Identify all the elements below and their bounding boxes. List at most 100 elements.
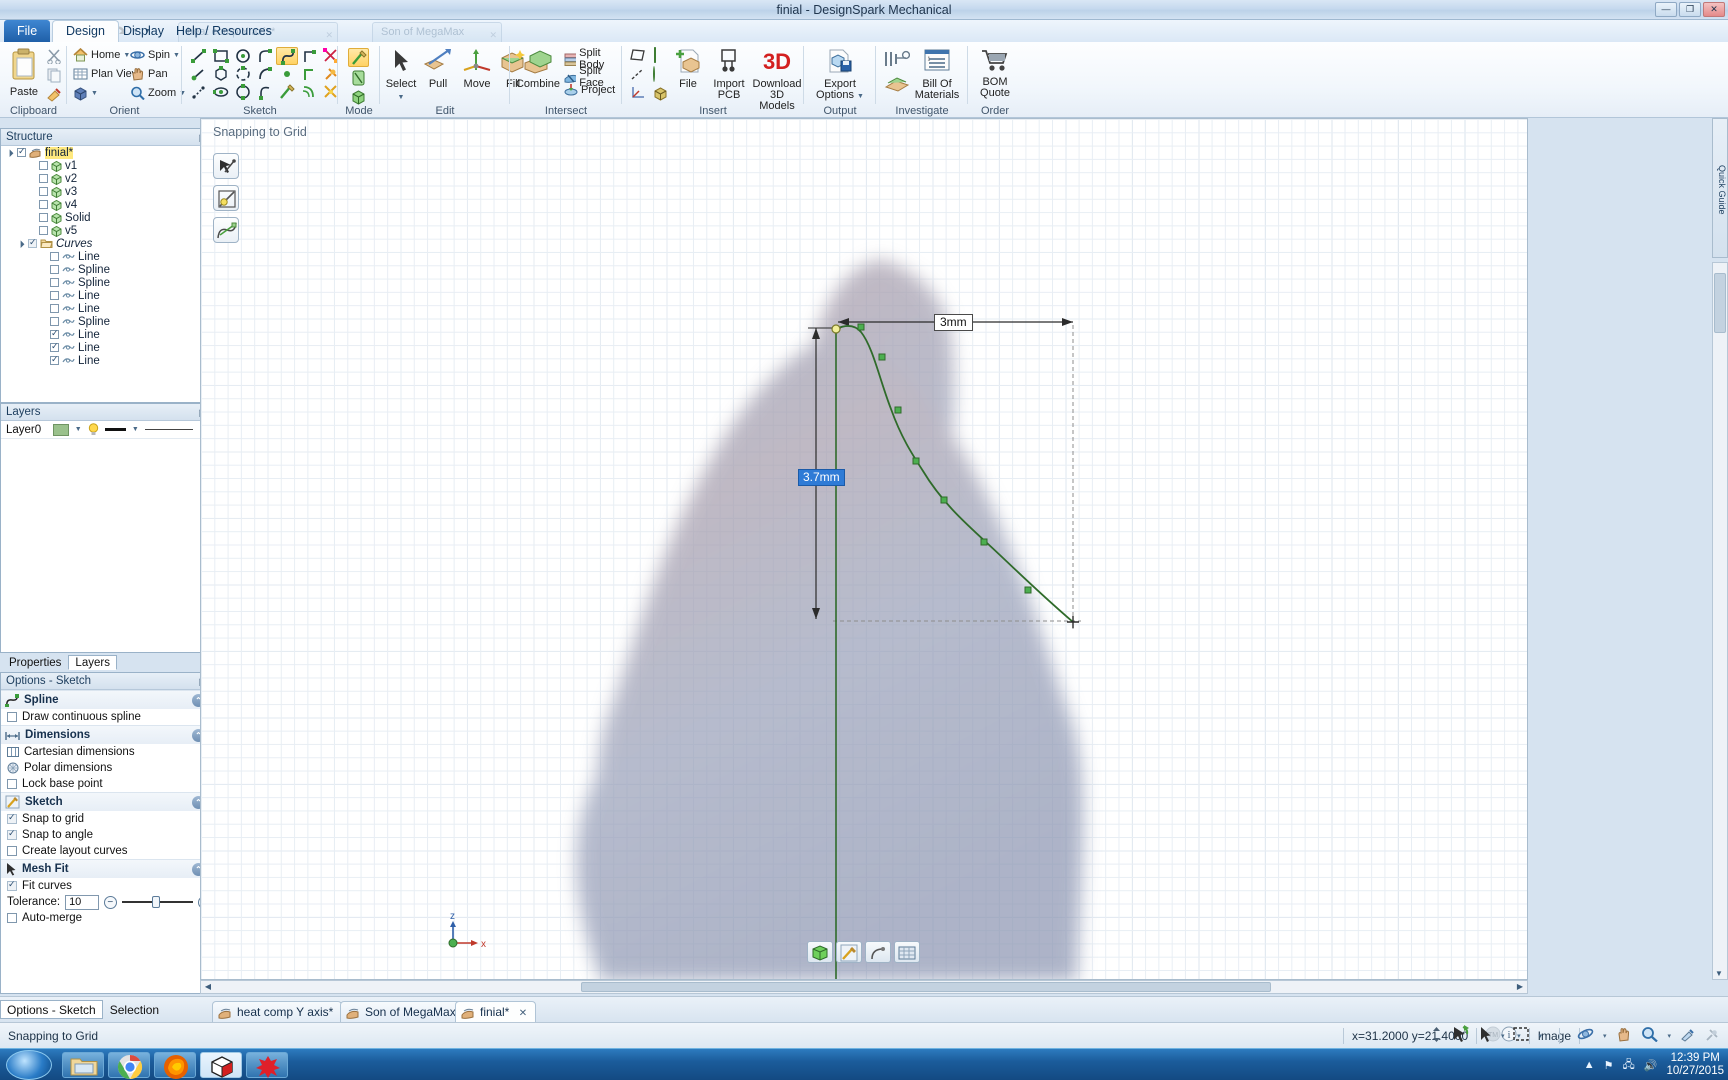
option-row[interactable]: Polar dimensions (1, 760, 211, 776)
minimize-button[interactable]: — (1655, 2, 1677, 17)
inkscape-taskbar-button[interactable] (246, 1052, 288, 1078)
three-point-arc-icon[interactable] (232, 65, 254, 83)
visibility-checkbox[interactable] (39, 213, 48, 222)
options-section-mesh-fit[interactable]: Mesh Fit ⌃ (1, 859, 211, 878)
axis-icon[interactable] (630, 67, 646, 84)
option-checkbox[interactable] (7, 712, 17, 722)
visibility-checkbox[interactable] (50, 304, 59, 313)
box-select-caret-icon[interactable]: ▾ (1538, 1032, 1542, 1040)
structure-tree-item[interactable]: Line (1, 354, 201, 367)
pan-icon[interactable] (1615, 1026, 1632, 1045)
chrome-taskbar-button[interactable] (108, 1052, 150, 1079)
spin-button[interactable]: Spin ▼ (130, 48, 180, 62)
option-row[interactable]: Cartesian dimensions (1, 744, 211, 760)
pencil-sketch-icon[interactable] (836, 941, 862, 963)
sketch-canvas[interactable]: Snapping to Grid 3mm 3.7mm z x (200, 118, 1528, 980)
tab-properties[interactable]: Properties (2, 655, 68, 670)
cube-icon[interactable] (653, 86, 668, 104)
doc-tab-finial[interactable]: finial* ✕ (455, 1001, 537, 1022)
export-options-caret-icon[interactable]: ▼ (857, 93, 864, 100)
horizontal-dimension[interactable]: 3mm (934, 314, 973, 331)
option-row[interactable]: Tolerance:10−+ (1, 894, 211, 910)
option-checkbox[interactable] (7, 828, 17, 840)
download-3d-models-button[interactable]: 3D Download 3D Models (752, 48, 802, 112)
paste-button[interactable]: Paste (4, 48, 44, 98)
tolerance-input[interactable]: 10 (65, 894, 99, 910)
measure-icon[interactable] (884, 48, 911, 73)
option-row[interactable]: Create layout curves (1, 843, 211, 859)
home-button[interactable]: Home ▼ (73, 48, 130, 62)
maximize-button[interactable]: ❐ (1679, 2, 1701, 17)
pull-button[interactable]: Pull (420, 48, 456, 90)
structure-tree[interactable]: ◢finial*v1v2v3v4Solidv5◢CurvesLineSpline… (1, 146, 201, 402)
bottom-tab-options-sketch[interactable]: Options - Sketch (0, 1000, 103, 1019)
spin-cursor-icon[interactable] (1451, 1025, 1470, 1046)
pan-button[interactable]: Pan (130, 67, 168, 81)
structure-tree-item[interactable]: v4 (1, 198, 201, 211)
canvas-vertical-scrollbar[interactable]: ▼ (1712, 262, 1728, 980)
structure-tree-item[interactable]: Line (1, 341, 201, 354)
close-icon[interactable]: ✕ (519, 1008, 527, 1019)
visibility-checkbox[interactable] (50, 354, 59, 365)
options-section-sketch[interactable]: Sketch ⌃ (1, 792, 211, 811)
polygon-icon[interactable] (210, 65, 232, 83)
tab-help-resources[interactable]: Help / Resources (163, 20, 285, 42)
insert-file-button[interactable]: File (670, 48, 706, 90)
structure-tree-item[interactable]: Solid (1, 211, 201, 224)
structure-tree-item[interactable]: Line (1, 302, 201, 315)
structure-tree-item[interactable]: v1 (1, 159, 201, 172)
options-section-spline[interactable]: Spline ⌃ (1, 690, 211, 709)
arc-icon[interactable] (254, 65, 276, 83)
option-checkbox[interactable] (7, 779, 17, 789)
visibility-checkbox[interactable] (39, 161, 48, 170)
expander-icon[interactable]: ◢ (14, 237, 26, 249)
structure-tree-item[interactable]: Line (1, 250, 201, 263)
import-pcb-button[interactable]: Import PCB (706, 48, 752, 101)
doc-tab-son-of-megamax[interactable]: Son of MegaMax (340, 1001, 465, 1022)
structure-tree-item[interactable]: Line (1, 289, 201, 302)
box-select-icon[interactable] (1513, 1027, 1530, 1044)
rectangle-icon[interactable] (210, 47, 232, 65)
tab-design[interactable]: Design (52, 20, 119, 42)
visibility-checkbox[interactable] (50, 317, 59, 326)
view-cube-button[interactable]: ▼ (73, 86, 98, 101)
tray-expand-icon[interactable]: ▲ (1584, 1059, 1595, 1071)
network-icon[interactable]: 🖧 (1622, 1056, 1634, 1075)
layer-color-swatch[interactable] (53, 423, 69, 436)
options-section-dimensions[interactable]: Dimensions ⌃ (1, 725, 211, 744)
option-row[interactable]: Fit curves (1, 878, 211, 894)
volume-icon[interactable]: 🔊 (1644, 1059, 1658, 1072)
layer-line-caret-icon[interactable]: ▼ (132, 426, 139, 433)
combine-button[interactable]: Combine (512, 48, 564, 90)
tolerance-decrease-button[interactable]: − (103, 895, 117, 909)
cut-icon[interactable] (46, 48, 63, 67)
spin-dropdown-caret-icon[interactable]: ▼ (173, 52, 180, 59)
sketch-edit-icon[interactable] (276, 83, 298, 101)
offset-icon[interactable] (298, 83, 320, 101)
visibility-checkbox[interactable] (28, 237, 37, 248)
sweep-arc-icon[interactable] (254, 83, 276, 101)
zoom-icon[interactable] (1641, 1026, 1659, 1045)
tolerance-slider[interactable] (121, 895, 194, 909)
zoom-caret-icon[interactable]: ▾ (1667, 1032, 1671, 1040)
line-endpoint-icon[interactable] (188, 65, 210, 83)
move-button[interactable]: Move (458, 48, 496, 90)
expander-icon[interactable]: ◢ (3, 146, 15, 158)
format-painter-icon[interactable] (46, 86, 63, 105)
select-button[interactable]: Select ▼ (382, 48, 420, 103)
structure-tree-item[interactable]: v5 (1, 224, 201, 237)
option-checkbox[interactable] (7, 879, 17, 891)
green-cube-icon[interactable] (807, 941, 833, 963)
lightbulb-icon[interactable] (88, 423, 99, 436)
option-row[interactable]: Auto-merge (1, 910, 211, 926)
layer-row[interactable]: Layer0 ▼ ▼ ▼ (1, 421, 211, 439)
circle-icon[interactable] (232, 47, 254, 65)
scroll-down-arrow-icon[interactable]: ▼ (1715, 969, 1723, 978)
mass-properties-icon[interactable] (884, 74, 910, 97)
visibility-checkbox[interactable] (17, 146, 26, 157)
plane-icon[interactable] (630, 48, 646, 65)
point-icon[interactable] (276, 65, 298, 83)
tangent-arc-icon[interactable] (254, 47, 276, 65)
construction-line-icon[interactable] (298, 65, 320, 83)
option-row[interactable]: Lock base point (1, 776, 211, 792)
